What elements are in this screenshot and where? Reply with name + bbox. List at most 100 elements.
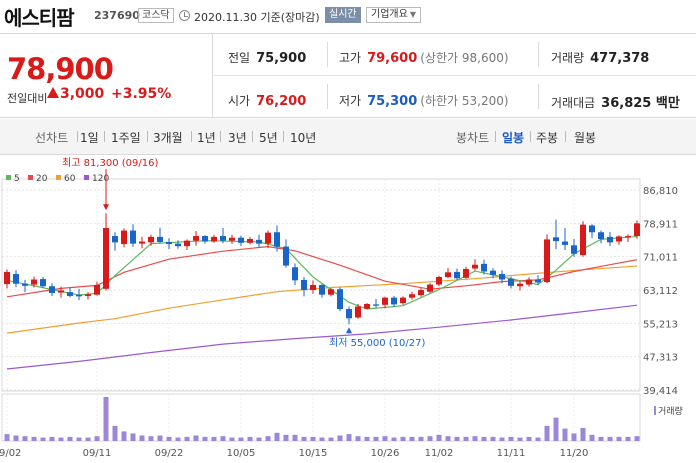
realtime-button[interactable]: 실시간 xyxy=(325,7,361,23)
lower-limit: (하한가 53,200) xyxy=(420,94,509,108)
candle-body xyxy=(544,239,550,283)
candle-body xyxy=(175,243,181,247)
candle-body xyxy=(634,223,640,237)
x-tick-label: 11/20 xyxy=(560,448,589,459)
candle-body xyxy=(130,230,136,244)
volume-stat: 거래량 477,378 xyxy=(551,49,649,66)
candle-body xyxy=(310,284,316,291)
stock-name[interactable]: 에스티팜 xyxy=(4,2,75,31)
candle-body xyxy=(112,236,118,243)
volume-bar xyxy=(427,436,433,441)
volume-bar xyxy=(517,437,523,441)
tab-monthly-candle[interactable]: 월봉 xyxy=(574,129,596,146)
tab-daily-candle[interactable]: 일봉 xyxy=(502,129,524,146)
divider xyxy=(212,75,696,76)
volume-bar xyxy=(292,434,298,441)
volume-bar xyxy=(607,436,613,441)
tab-period-10y[interactable]: 10년 xyxy=(290,129,316,146)
company-info-label: 기업개요 xyxy=(371,9,408,20)
tab-period-1d[interactable]: 1일 xyxy=(80,129,99,146)
divider xyxy=(327,42,328,67)
candle-body xyxy=(346,309,352,319)
chart-tabs: 선차트 1일 1주일 3개월 1년 3년 5년 10년 봉차트 일봉 주봉 월봉 xyxy=(0,119,696,155)
volume-bar xyxy=(121,431,127,441)
volume-bar xyxy=(463,436,469,441)
candle-body xyxy=(625,236,631,238)
tab-weekly-candle[interactable]: 주봉 xyxy=(536,129,558,146)
tab-period-1w[interactable]: 1주일 xyxy=(111,129,141,146)
candle-body xyxy=(184,240,190,247)
candle-body xyxy=(454,271,460,279)
candle-body xyxy=(31,279,37,285)
company-info-button[interactable]: 기업개요 ▼ xyxy=(366,7,421,23)
volume-bar xyxy=(112,425,118,441)
ma120-line xyxy=(6,304,638,370)
divider xyxy=(220,131,221,142)
volume-bar xyxy=(166,436,172,441)
x-tick-label: 10/05 xyxy=(227,448,256,459)
date-text: 2020.11.30 기준(장마감) xyxy=(194,11,320,24)
volume-bar xyxy=(598,436,604,441)
volume-bar xyxy=(310,436,316,441)
volume-value: 477,378 xyxy=(590,51,650,66)
low-label: 저가 xyxy=(339,94,362,108)
candle-body xyxy=(337,289,343,310)
candle-body xyxy=(121,230,127,245)
tab-period-3y[interactable]: 3년 xyxy=(228,129,247,146)
volume-bar xyxy=(94,436,100,441)
candle-body xyxy=(319,284,325,295)
candle-body xyxy=(166,241,172,245)
candle-body xyxy=(67,292,73,296)
volume-bar xyxy=(364,436,370,441)
high-stat: 고가 79,600 (상한가 98,600) xyxy=(339,49,509,66)
divider xyxy=(565,131,566,142)
divider xyxy=(495,131,496,142)
volume-bar xyxy=(130,433,136,441)
volume-legend-swatch xyxy=(654,406,656,415)
candle-body xyxy=(481,263,487,272)
volume-bar xyxy=(4,434,10,441)
low-value: 75,300 xyxy=(367,94,418,109)
volume-bar xyxy=(157,435,163,441)
volume-bar xyxy=(499,437,505,441)
y-tick-label: 39,414 xyxy=(643,386,678,397)
divider xyxy=(191,131,192,142)
amount-stat: 거래대금 36,825 백만 xyxy=(551,92,680,111)
volume-bar xyxy=(634,436,640,441)
candle-body xyxy=(229,237,235,241)
x-tick-label: 09/11 xyxy=(83,448,112,459)
low-marker-icon xyxy=(346,327,352,334)
candle-body xyxy=(40,279,46,287)
candle-body xyxy=(517,283,523,287)
candle-body xyxy=(499,274,505,280)
change-value: 3,000 xyxy=(60,86,105,102)
candle-body xyxy=(103,228,109,289)
volume-bar xyxy=(373,436,379,441)
volume-bar xyxy=(76,437,82,441)
y-tick-label: 86,810 xyxy=(643,186,678,197)
candle-body xyxy=(580,224,586,256)
volume-bar xyxy=(337,435,343,441)
candle-body xyxy=(562,241,568,245)
low-annotation: 최저 55,000 (10/27) xyxy=(329,337,425,349)
divider xyxy=(147,131,148,142)
candle-body xyxy=(535,279,541,283)
tab-period-5y[interactable]: 5년 xyxy=(259,129,278,146)
high-label: 고가 xyxy=(339,51,362,65)
divider xyxy=(538,42,539,67)
y-tick-label: 47,313 xyxy=(643,353,678,364)
volume-bar xyxy=(391,437,397,441)
volume-bar xyxy=(175,437,181,441)
volume-bar xyxy=(85,437,91,441)
stock-header: 에스티팜 237690 코스닥 2020.11.30 기준(장마감) 실시간 기… xyxy=(0,0,696,34)
candle-body xyxy=(283,246,289,266)
volume-bar xyxy=(31,436,37,441)
tab-period-3m[interactable]: 3개월 xyxy=(153,129,183,146)
x-tick-label: 11/02 xyxy=(425,448,454,459)
volume-bar xyxy=(355,436,361,441)
change-rate: +3.95% xyxy=(111,86,172,102)
tab-period-1y[interactable]: 1년 xyxy=(197,129,216,146)
candle-body xyxy=(445,272,451,277)
candlestick-chart[interactable]: 86,810 78,911 71,011 63,112 55,213 47,313 39,4… xyxy=(0,155,696,463)
candle-body xyxy=(94,284,100,295)
